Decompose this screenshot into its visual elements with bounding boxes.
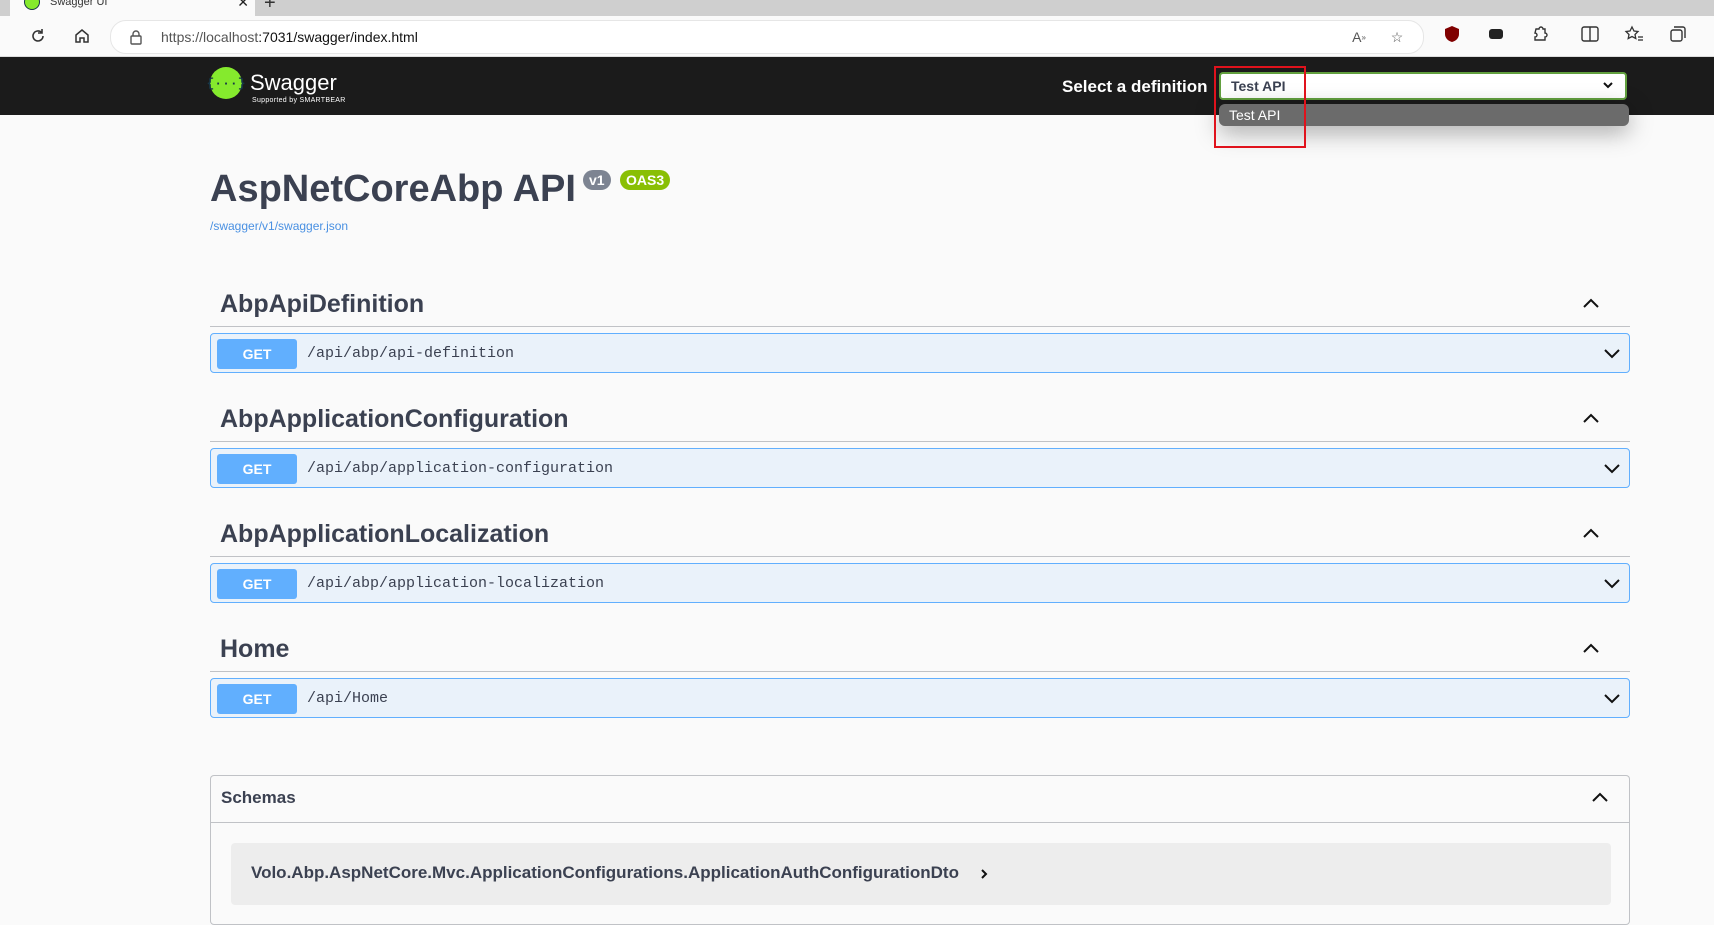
close-tab-icon[interactable]: ✕ (237, 0, 249, 11)
favorite-star-icon[interactable]: ☆ (1387, 27, 1407, 47)
browser-tab[interactable]: Swagger UI ✕ (10, 0, 255, 16)
address-bar[interactable]: https://localhost:7031/swagger/index.htm… (110, 20, 1424, 54)
schema-model-name: Volo.Abp.AspNetCore.Mvc.ApplicationConfi… (251, 863, 959, 882)
tag-header[interactable]: AbpApiDefinition (210, 282, 1630, 327)
split-screen-icon[interactable] (1578, 22, 1602, 46)
swagger-logo-subtext: Supported by SMARTBEAR (252, 97, 346, 104)
url-text: https://localhost:7031/swagger/index.htm… (161, 29, 418, 45)
method-badge-get: GET (217, 339, 297, 369)
operation-path: /api/abp/application-localization (307, 575, 605, 592)
tag-title: AbpApplicationConfiguration (220, 405, 569, 433)
favorites-icon[interactable] (1622, 22, 1646, 46)
extension-game-icon[interactable] (1484, 22, 1508, 46)
operation-get-application-configuration[interactable]: GET /api/abp/application-configuration (210, 448, 1630, 488)
schemas-title: Schemas (221, 788, 296, 807)
schemas-section: Schemas Volo.Abp.AspNetCore.Mvc.Applicat… (210, 775, 1630, 925)
lock-icon[interactable] (129, 29, 143, 50)
extensions-puzzle-icon[interactable] (1528, 22, 1552, 46)
tag-section-abpapplicationlocalization: AbpApplicationLocalization GET /api/abp/… (210, 512, 1630, 603)
operation-get-api-definition[interactable]: GET /api/abp/api-definition (210, 333, 1630, 373)
version-badge: v1 (583, 170, 611, 190)
api-title: AspNetCoreAbp API (210, 168, 576, 210)
chevron-up-icon[interactable] (1582, 411, 1600, 429)
operation-path: /api/Home (307, 690, 389, 707)
operation-path: /api/abp/api-definition (307, 345, 515, 362)
collections-icon[interactable] (1666, 22, 1690, 46)
method-badge-get: GET (217, 569, 297, 599)
swagger-logo-text: Swagger (250, 70, 337, 95)
tag-header[interactable]: AbpApplicationLocalization (210, 512, 1630, 557)
schemas-header[interactable]: Schemas (211, 776, 1629, 823)
tag-section-abpapidefinition: AbpApiDefinition GET /api/abp/api-defini… (210, 282, 1630, 373)
tag-section-home: Home GET /api/Home (210, 627, 1630, 718)
method-badge-get: GET (217, 454, 297, 484)
chevron-down-icon (1601, 78, 1615, 97)
chevron-up-icon[interactable] (1591, 790, 1609, 808)
spec-json-link[interactable]: /swagger/v1/swagger.json (210, 219, 348, 233)
reload-icon[interactable] (26, 24, 50, 48)
swagger-logo-icon: {···} (207, 67, 246, 99)
schema-model-row[interactable]: Volo.Abp.AspNetCore.Mvc.ApplicationConfi… (231, 843, 1611, 905)
url-path: :7031/swagger/index.html (258, 29, 418, 45)
definition-label: Select a definition (1062, 77, 1208, 96)
browser-tab-strip: Swagger UI ✕ + (0, 0, 1714, 16)
tag-header[interactable]: AbpApplicationConfiguration (210, 397, 1630, 442)
home-icon[interactable] (70, 24, 94, 48)
highlight-annotation-box (1214, 66, 1306, 148)
chevron-down-icon[interactable] (1603, 574, 1621, 597)
operation-get-application-localization[interactable]: GET /api/abp/application-localization (210, 563, 1630, 603)
chevron-down-icon[interactable] (1603, 689, 1621, 712)
chevron-right-icon[interactable] (979, 867, 989, 885)
chevron-up-icon[interactable] (1582, 296, 1600, 314)
tag-header[interactable]: Home (210, 627, 1630, 672)
browser-toolbar: https://localhost:7031/swagger/index.htm… (0, 16, 1714, 57)
url-host: https://localhost (161, 29, 259, 45)
tag-section-abpapplicationconfiguration: AbpApplicationConfiguration GET /api/abp… (210, 397, 1630, 488)
tag-title: AbpApplicationLocalization (220, 520, 550, 548)
swagger-favicon-icon (24, 0, 40, 10)
tag-title: AbpApiDefinition (220, 290, 425, 318)
oas-badge: OAS3 (620, 170, 671, 190)
chevron-up-icon[interactable] (1582, 526, 1600, 544)
swagger-logo[interactable]: {···} Swagger Supported by SMARTBEAR (207, 67, 345, 104)
ublock-icon[interactable] (1440, 22, 1464, 46)
operation-get-home[interactable]: GET /api/Home (210, 678, 1630, 718)
chevron-up-icon[interactable] (1582, 641, 1600, 659)
new-tab-icon[interactable]: + (264, 0, 276, 15)
tab-title: Swagger UI (50, 0, 108, 8)
operation-path: /api/abp/application-configuration (307, 460, 614, 477)
tag-title: Home (220, 635, 290, 663)
read-aloud-icon[interactable]: A» (1349, 27, 1369, 47)
chevron-down-icon[interactable] (1603, 459, 1621, 482)
method-badge-get: GET (217, 684, 297, 714)
chevron-down-icon[interactable] (1603, 344, 1621, 367)
